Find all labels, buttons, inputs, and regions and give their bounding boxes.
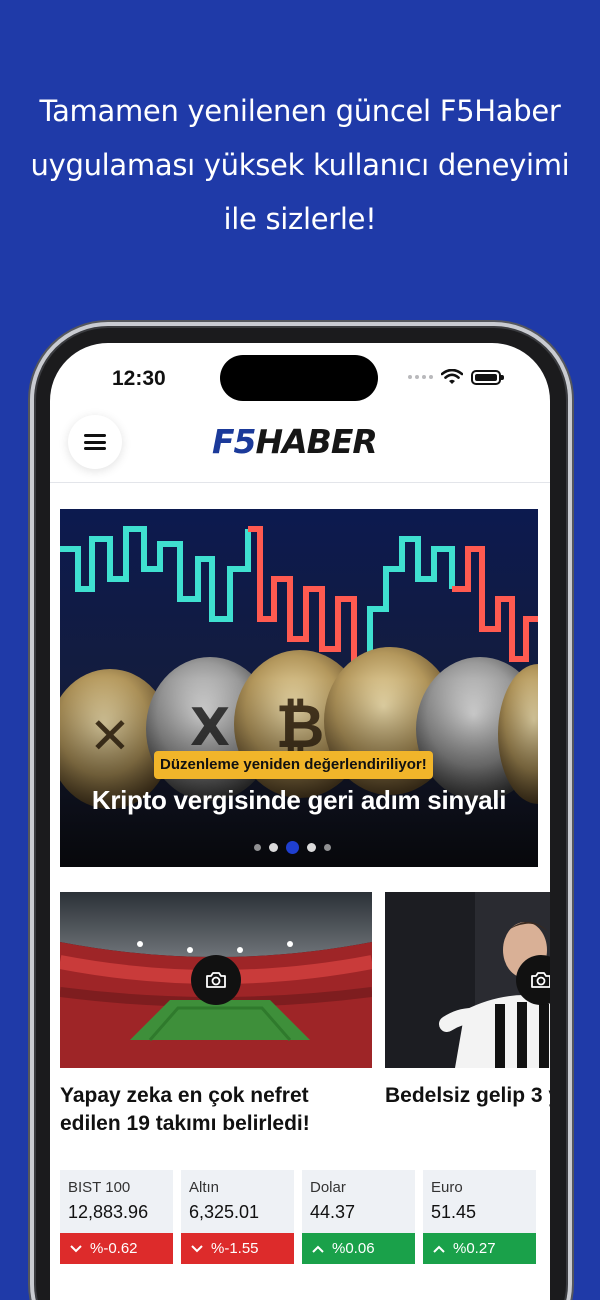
battery-icon (471, 369, 504, 385)
market-change: %0.06 (302, 1233, 415, 1264)
chevron-down-icon (70, 1244, 82, 1252)
dynamic-island (220, 355, 378, 401)
promo-line-3: ile sizlerle! (223, 202, 377, 236)
market-item-euro[interactable]: Euro 51.45 %0.27 (423, 1170, 536, 1264)
page-dot[interactable] (269, 843, 278, 852)
page-dot[interactable] (324, 844, 331, 851)
logo-haber: HABER (255, 421, 378, 461)
market-name: Euro (431, 1179, 463, 1196)
wifi-icon (441, 369, 463, 384)
menu-button[interactable] (68, 415, 122, 469)
page-dot-active[interactable] (286, 841, 299, 854)
market-value: 44.37 (310, 1202, 356, 1222)
chevron-up-icon (433, 1245, 445, 1253)
market-item-altin[interactable]: Altın 6,325.01 %-1.55 (181, 1170, 294, 1264)
market-value: 6,325.01 (189, 1202, 260, 1222)
market-change-value: %-1.55 (211, 1240, 259, 1257)
camera-icon[interactable] (191, 955, 241, 1005)
promo-headline: Tamamen yenilenen güncel F5Haber uygulam… (0, 84, 600, 246)
news-card[interactable]: Bedelsiz gelip 3 yıldızı olmuştu (385, 892, 550, 1110)
promo-line-2: uygulaması yüksek kullanıcı deneyimi (30, 148, 570, 182)
app-logo[interactable]: F5 HABER (212, 421, 378, 461)
hero-badge: Düzenleme yeniden değerlendiriliyor! (154, 751, 433, 779)
news-card-title[interactable]: Yapay zeka en çok nefret edilen 19 takım… (60, 1082, 372, 1138)
chevron-down-icon (191, 1244, 203, 1252)
page-dot[interactable] (254, 844, 261, 851)
market-change: %-1.55 (181, 1233, 294, 1264)
market-change-value: %0.06 (332, 1240, 375, 1257)
news-card-title[interactable]: Bedelsiz gelip 3 yıldızı olmuştu (385, 1082, 550, 1110)
news-card[interactable]: Yapay zeka en çok nefret edilen 19 takım… (60, 892, 372, 1138)
status-icons (408, 369, 504, 385)
app-header: F5 HABER (50, 403, 550, 483)
market-change-value: %0.27 (453, 1240, 496, 1257)
market-name: Altın (189, 1179, 220, 1196)
signal-icon (408, 375, 433, 379)
status-time: 12:30 (112, 367, 166, 390)
hero-title[interactable]: Kripto vergisinde geri adım sinyali (60, 785, 538, 816)
market-item-dolar[interactable]: Dolar 44.37 %0.06 (302, 1170, 415, 1264)
hero-slider[interactable]: ₿ X ✕ Düzenleme yeniden değerlendiriliyo… (60, 509, 538, 867)
chevron-up-icon (312, 1245, 324, 1253)
market-change: %0.27 (423, 1233, 536, 1264)
news-card-image (385, 892, 550, 1068)
market-value: 12,883.96 (68, 1202, 149, 1222)
slider-pagination (254, 841, 331, 854)
page-dot[interactable] (307, 843, 316, 852)
market-change-value: %-0.62 (90, 1240, 138, 1257)
hamburger-icon (84, 434, 106, 450)
market-value: 51.45 (431, 1202, 477, 1222)
promo-line-1: Tamamen yenilenen güncel F5Haber (39, 94, 561, 128)
market-ticker: BIST 100 12,883.96 %-0.62 Altın 6,325.01… (60, 1170, 536, 1264)
market-change: %-0.62 (60, 1233, 173, 1264)
market-name: Dolar (310, 1179, 346, 1196)
news-card-image (60, 892, 372, 1068)
logo-f5: F5 (212, 421, 257, 461)
market-item-bist100[interactable]: BIST 100 12,883.96 %-0.62 (60, 1170, 173, 1264)
market-name: BIST 100 (68, 1179, 131, 1196)
phone-screen: 12:30 F5 HABER Düzenleme yeniden değerle… (50, 343, 550, 1300)
